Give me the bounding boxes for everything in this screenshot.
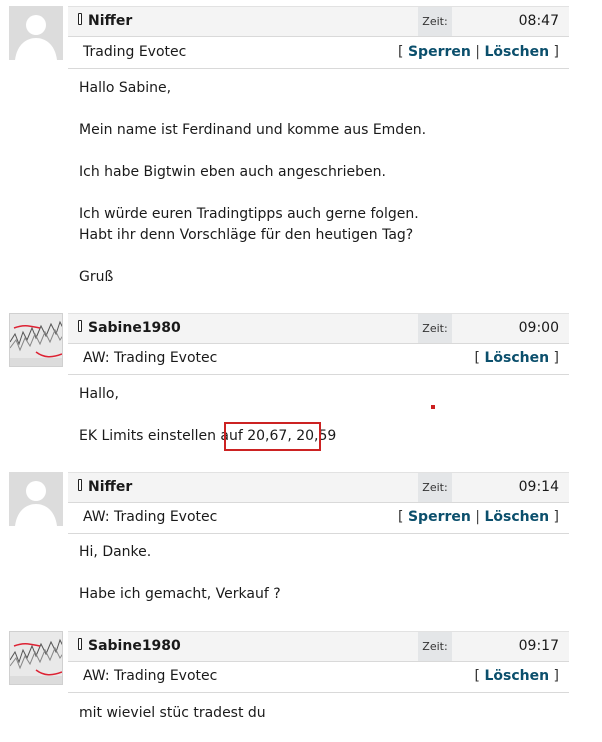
message-header: Niffer Zeit: 09:14 [68,472,569,503]
zeit-label: Zeit: [418,7,452,36]
user-icon [78,320,82,332]
message-body-line: Ich würde euren Tradingtipps auch gerne … [79,206,419,222]
subject-row: AW: Trading Evotec [ Sperren | Löschen ] [68,503,569,534]
message-header: Sabine1980 Zeit: 09:00 [68,313,569,344]
subject-row: AW: Trading Evotec [ Löschen ] [68,344,569,375]
message-time: 09:17 [518,638,559,654]
message-subject: AW: Trading Evotec [83,509,218,525]
user-icon [78,638,82,650]
loeschen-link[interactable]: Löschen [484,509,549,525]
avatar-niffer[interactable] [9,472,63,526]
message-actions: [ Löschen ] [474,350,559,366]
message-body-line: Habt ihr denn Vorschläge für den heutige… [79,227,414,243]
message-body-line: Hallo Sabine, [79,80,172,96]
chart-avatar-icon [10,314,62,366]
default-avatar-icon [9,6,63,60]
avatar-sabine1980[interactable] [9,631,63,685]
subject-row: Trading Evotec [ Sperren | Löschen ] [68,38,569,69]
message-header: Niffer Zeit: 08:47 [68,6,569,37]
message-body-line: Mein name ist Ferdinand und komme aus Em… [79,122,427,138]
message-time: 08:47 [518,13,559,29]
message-header: Sabine1980 Zeit: 09:17 [68,631,569,662]
zeit-label: Zeit: [418,632,452,661]
loeschen-link[interactable]: Löschen [484,668,549,684]
message-actions: [ Sperren | Löschen ] [398,44,559,60]
message-subject: AW: Trading Evotec [83,668,218,684]
subject-row: AW: Trading Evotec [ Löschen ] [68,662,569,693]
red-marker-dot [431,405,435,409]
zeit-label: Zeit: [418,314,452,343]
message-time: 09:00 [518,320,559,336]
avatar-sabine1980[interactable] [9,313,63,367]
message-subject: Trading Evotec [83,44,187,60]
message-body-line: mit wieviel stüc tradest du [79,705,266,721]
chart-avatar-icon [10,632,62,684]
loeschen-link[interactable]: Löschen [484,350,549,366]
message-time: 09:14 [518,479,559,495]
message-body-line: Hi, Danke. [79,544,152,560]
sperren-link[interactable]: Sperren [408,44,471,60]
message-body-line: Gruß [79,269,114,285]
message-body-line: Hallo, [79,386,119,402]
zeit-label: Zeit: [418,473,452,502]
default-avatar-icon [9,472,63,526]
message-body-line: Ich habe Bigtwin eben auch angeschrieben… [79,164,386,180]
sperren-link[interactable]: Sperren [408,509,471,525]
loeschen-link[interactable]: Löschen [484,44,549,60]
message-body-line: Habe ich gemacht, Verkauf ? [79,586,281,602]
message-subject: AW: Trading Evotec [83,350,218,366]
user-icon [78,479,82,491]
avatar-niffer[interactable] [9,6,63,60]
username[interactable]: Niffer [88,479,132,495]
highlight-annotation-box [224,422,321,451]
message-actions: [ Sperren | Löschen ] [398,509,559,525]
username[interactable]: Sabine1980 [88,638,181,654]
message-actions: [ Löschen ] [474,668,559,684]
username[interactable]: Sabine1980 [88,320,181,336]
user-icon [78,13,82,25]
username[interactable]: Niffer [88,13,132,29]
